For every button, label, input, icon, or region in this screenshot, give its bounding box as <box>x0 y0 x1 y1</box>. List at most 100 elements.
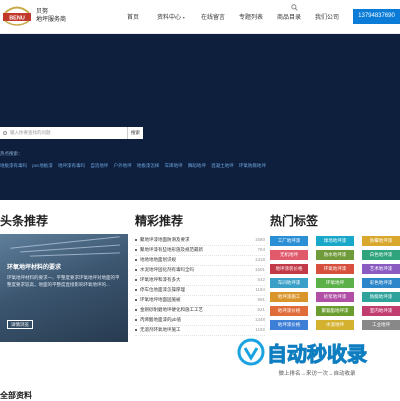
list-item[interactable]: 聚地坪漆有些地形施及规范最新 784 <box>135 246 265 256</box>
list-item[interactable]: 环氧地坪和漆有多大 542 <box>135 276 265 286</box>
tag-item[interactable]: 地坪漆价格 <box>270 306 308 316</box>
list-item[interactable]: 聚地坪漆地面防滑及要求 1580 <box>135 236 265 246</box>
list-item[interactable]: 无溶剂环氧地坪施工 1192 <box>135 326 265 336</box>
tag-item[interactable]: 环氧地坪漆 <box>316 264 354 274</box>
bullet-icon <box>135 328 137 331</box>
list-item-title: 金刚砂耐磨地坪硬化和施工工艺 <box>140 307 203 312</box>
list-item[interactable]: 环氧地坪地面固施被 891 <box>135 296 265 306</box>
logo-text: BENU <box>9 16 25 22</box>
tags-section-title: 热门标签 <box>270 214 319 228</box>
list-item-views: 521 <box>257 307 265 312</box>
hot-search-links: 地板漆有毒吗 pvc地板漆 地坪漆有毒吗 自流地坪 户外地坪 地板漆怎样 车库地… <box>0 163 400 169</box>
ceiling-light <box>30 252 120 257</box>
feature-detail-button[interactable]: 详情浏览 <box>7 320 33 329</box>
nav-resource-center[interactable]: 资料中心 ▾ <box>157 12 185 21</box>
tag-item[interactable]: 室内地坪漆 <box>362 306 400 316</box>
brand-name-line1: 贝努 <box>36 9 49 15</box>
brand-name[interactable]: 贝努 地坪服务商 <box>36 8 66 24</box>
list-item-views: 1184 <box>255 287 265 292</box>
phone-button[interactable]: 13794837690 <box>353 9 400 24</box>
nav-message[interactable]: 在线留言 <box>201 12 225 21</box>
search-icon[interactable] <box>291 4 298 11</box>
list-item-title: 停车位地面漆怎操厚理 <box>140 287 185 292</box>
bullet-icon <box>135 298 137 301</box>
nav-home[interactable]: 首页 <box>127 12 139 21</box>
nav-topics[interactable]: 专题列表 <box>239 12 263 21</box>
list-item[interactable]: 金刚砂耐磨地坪硬化和施工工艺 521 <box>135 306 265 316</box>
watermark-subtext: 做上排名→来访一次→自动收录 <box>278 371 356 377</box>
list-item-title: 无溶剂环氧地坪施工 <box>140 327 181 332</box>
tag-item[interactable]: 无机地坪 <box>270 250 308 260</box>
list-item[interactable]: 丙烯酸地面漆的pb值 1348 <box>135 316 265 326</box>
list-item-views: 1501 <box>254 267 265 272</box>
nav-about[interactable]: 我们公司 <box>315 12 339 21</box>
featured-section-title: 精彩推荐 <box>135 214 184 228</box>
tag-item[interactable]: 防腐地坪漆 <box>362 292 400 302</box>
hot-link[interactable]: 自流地坪 <box>90 163 108 168</box>
bullet-icon <box>135 258 137 261</box>
hot-link[interactable]: 混凝土地坪 <box>211 163 234 168</box>
tag-item[interactable]: 艺术地坪漆 <box>362 264 400 274</box>
search-placeholder: 输入你要查找的问题 <box>10 130 51 135</box>
list-item-views: 1580 <box>254 237 265 242</box>
tag-item[interactable]: 地坪漆价格 <box>270 320 308 330</box>
tag-item[interactable]: 工厂地坪漆 <box>270 236 308 246</box>
all-resources-title: 全部资料 <box>0 391 32 400</box>
headline-feature-card[interactable]: 环氧地坪材料的要求 环氧地坪材料的要求一、平整度要求环氧地坪对地面的平整度要求较… <box>0 234 128 342</box>
hot-link[interactable]: 地板漆有毒吗 <box>0 163 27 168</box>
tag-item[interactable]: 防霉地坪漆 <box>362 236 400 246</box>
hot-link[interactable]: 地坪漆有毒吗 <box>58 163 85 168</box>
list-item-views: 784 <box>257 247 265 252</box>
feature-title[interactable]: 环氧地坪材料的要求 <box>7 262 61 271</box>
search-input[interactable]: 输入你要查找的问题 <box>0 127 127 139</box>
brand-name-line2: 地坪服务商 <box>36 17 67 23</box>
hot-link[interactable]: 环氧防腐地坪 <box>239 163 266 168</box>
hero-banner: 输入你要查找的问题 搜索 热点搜索： 地板漆有毒吗 pvc地板漆 地坪漆有毒吗 … <box>0 34 400 200</box>
nav-products[interactable]: 商品目录 <box>277 12 301 21</box>
tag-item[interactable]: 车间地坪漆 <box>270 278 308 288</box>
feature-description: 环氧地坪材料的要求一、平整度要求环氧地坪对地面的平整度要求较高，地面的平整度直接… <box>7 275 120 287</box>
tag-item[interactable]: 砂浆地坪漆 <box>316 292 354 302</box>
chevron-down-icon: ▾ <box>182 15 185 20</box>
bullet-icon <box>135 318 137 321</box>
tag-item[interactable]: 白色地坪漆 <box>362 250 400 260</box>
tag-item[interactable]: 环氧地坪 <box>316 278 354 288</box>
bullet-icon <box>135 248 137 251</box>
bullet-icon <box>135 288 137 291</box>
tag-item[interactable]: 水泥地坪 <box>316 320 354 330</box>
watermark-logo-icon <box>237 338 265 366</box>
list-item-title: 环氧地坪和漆有多大 <box>140 277 181 282</box>
list-item-title: 丙烯酸地面漆的pb值 <box>140 317 182 322</box>
list-item-title: 环氧地坪地面固施被 <box>140 297 181 302</box>
watermark: 自动秒收录 做上排名→来访一次→自动收录 <box>237 338 397 380</box>
bullet-icon <box>135 268 137 271</box>
tag-item[interactable]: 彩色地坪漆 <box>362 278 400 288</box>
hot-link[interactable]: 车库地坪 <box>165 163 183 168</box>
tag-item[interactable]: 地坪漆施工 <box>270 292 308 302</box>
tag-item[interactable]: 工业地坪 <box>362 320 400 330</box>
hot-link[interactable]: 地板漆怎样 <box>137 163 160 168</box>
hot-link[interactable]: 舞蹈地坪 <box>188 163 206 168</box>
hot-link[interactable]: 户外地坪 <box>114 163 132 168</box>
hot-link[interactable]: pvc地板漆 <box>32 163 53 168</box>
tag-item[interactable]: 聚氨酯地坪漆 <box>316 306 354 316</box>
list-item-title: 水泥地坪固化剂有毒吗全吗 <box>140 267 194 272</box>
bullet-icon <box>135 238 137 241</box>
tag-item[interactable]: 地坪涂装价格 <box>270 264 308 274</box>
list-item-views: 542 <box>257 277 265 282</box>
watermark-text: 自动秒收录 <box>267 344 368 367</box>
list-item-views: 891 <box>257 297 265 302</box>
list-item[interactable]: 地地地地面划识规 1318 <box>135 256 265 266</box>
list-item-views: 1348 <box>254 317 265 322</box>
list-item[interactable]: 水泥地坪固化剂有毒吗全吗 1501 <box>135 266 265 276</box>
tag-item[interactable]: 防水地坪漆 <box>316 250 354 260</box>
list-item-title: 聚地坪漆地面防滑及要求 <box>140 237 190 242</box>
tag-item[interactable]: 球场地坪漆 <box>316 236 354 246</box>
list-item-title: 聚地坪漆有些地形施及规范最新 <box>140 247 203 252</box>
search-button[interactable]: 搜索 <box>127 127 143 139</box>
bullet-icon <box>135 278 137 281</box>
hot-search-label: 热点搜索： <box>0 151 23 156</box>
list-item[interactable]: 停车位地面漆怎操厚理 1184 <box>135 286 265 296</box>
bullet-icon <box>135 308 137 311</box>
brand-logo[interactable]: BENU <box>3 4 31 27</box>
